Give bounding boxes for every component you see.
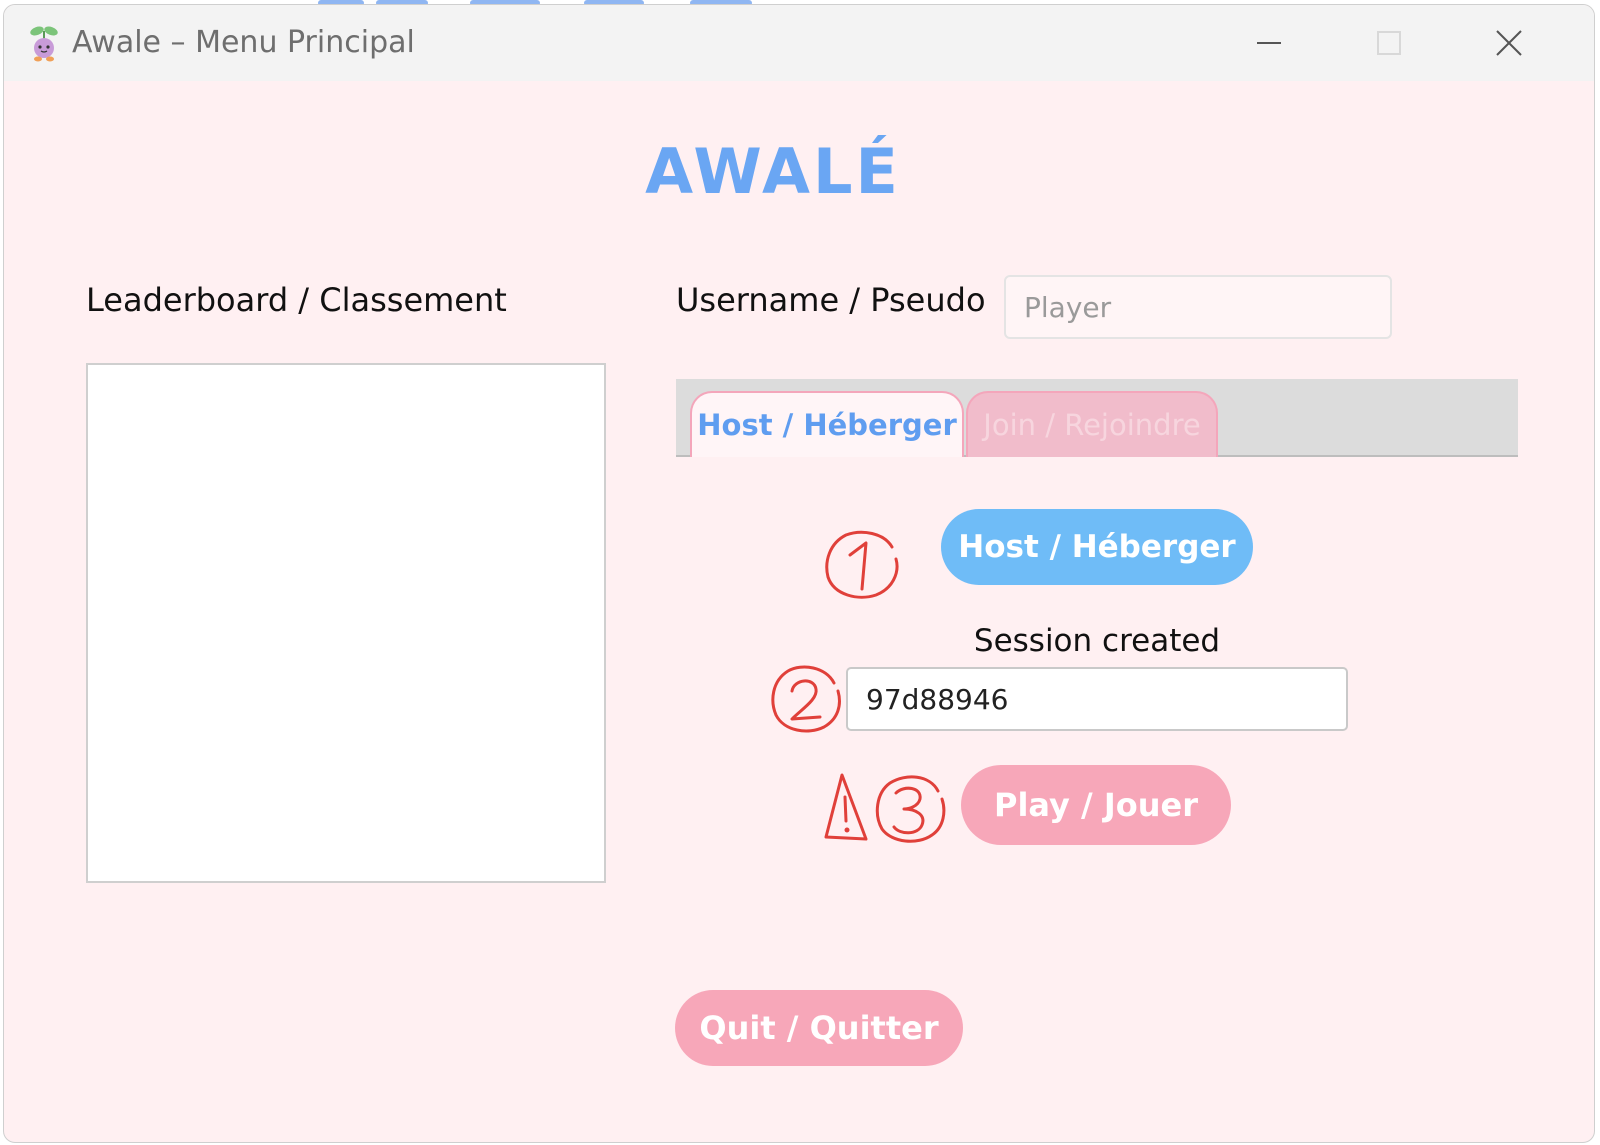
quit-button[interactable]: Quit / Quitter xyxy=(675,990,963,1066)
close-button[interactable] xyxy=(1479,19,1539,67)
warning-icon xyxy=(824,773,868,841)
app-heading: AWALÉ xyxy=(645,135,901,208)
step-2-annotation-icon xyxy=(771,665,841,733)
session-id-field[interactable] xyxy=(846,667,1348,731)
app-window: Awale – Menu Principal AWALÉ Leaderboard… xyxy=(3,4,1595,1143)
username-input[interactable] xyxy=(1004,275,1392,339)
leaderboard-label: Leaderboard / Classement xyxy=(86,281,507,319)
step-3-annotation-icon xyxy=(875,775,946,843)
host-button[interactable]: Host / Héberger xyxy=(941,509,1253,585)
tab-host[interactable]: Host / Héberger xyxy=(690,391,964,457)
close-icon xyxy=(1496,30,1522,56)
maximize-icon xyxy=(1377,31,1401,55)
session-status-label: Session created xyxy=(973,623,1221,659)
minimize-icon xyxy=(1257,42,1281,44)
leaderboard-list[interactable] xyxy=(86,363,606,883)
username-label: Username / Pseudo xyxy=(676,281,986,319)
step-1-annotation-icon xyxy=(825,530,899,599)
minimize-button[interactable] xyxy=(1239,19,1299,67)
title-bar[interactable]: Awale – Menu Principal xyxy=(4,5,1594,81)
sprout-app-icon xyxy=(26,23,62,63)
play-button[interactable]: Play / Jouer xyxy=(961,765,1231,845)
tab-join[interactable]: Join / Rejoindre xyxy=(966,391,1218,457)
tab-bar: Host / Héberger Join / Rejoindre xyxy=(676,379,1518,457)
window-title: Awale – Menu Principal xyxy=(72,25,415,60)
maximize-button[interactable] xyxy=(1359,19,1419,67)
